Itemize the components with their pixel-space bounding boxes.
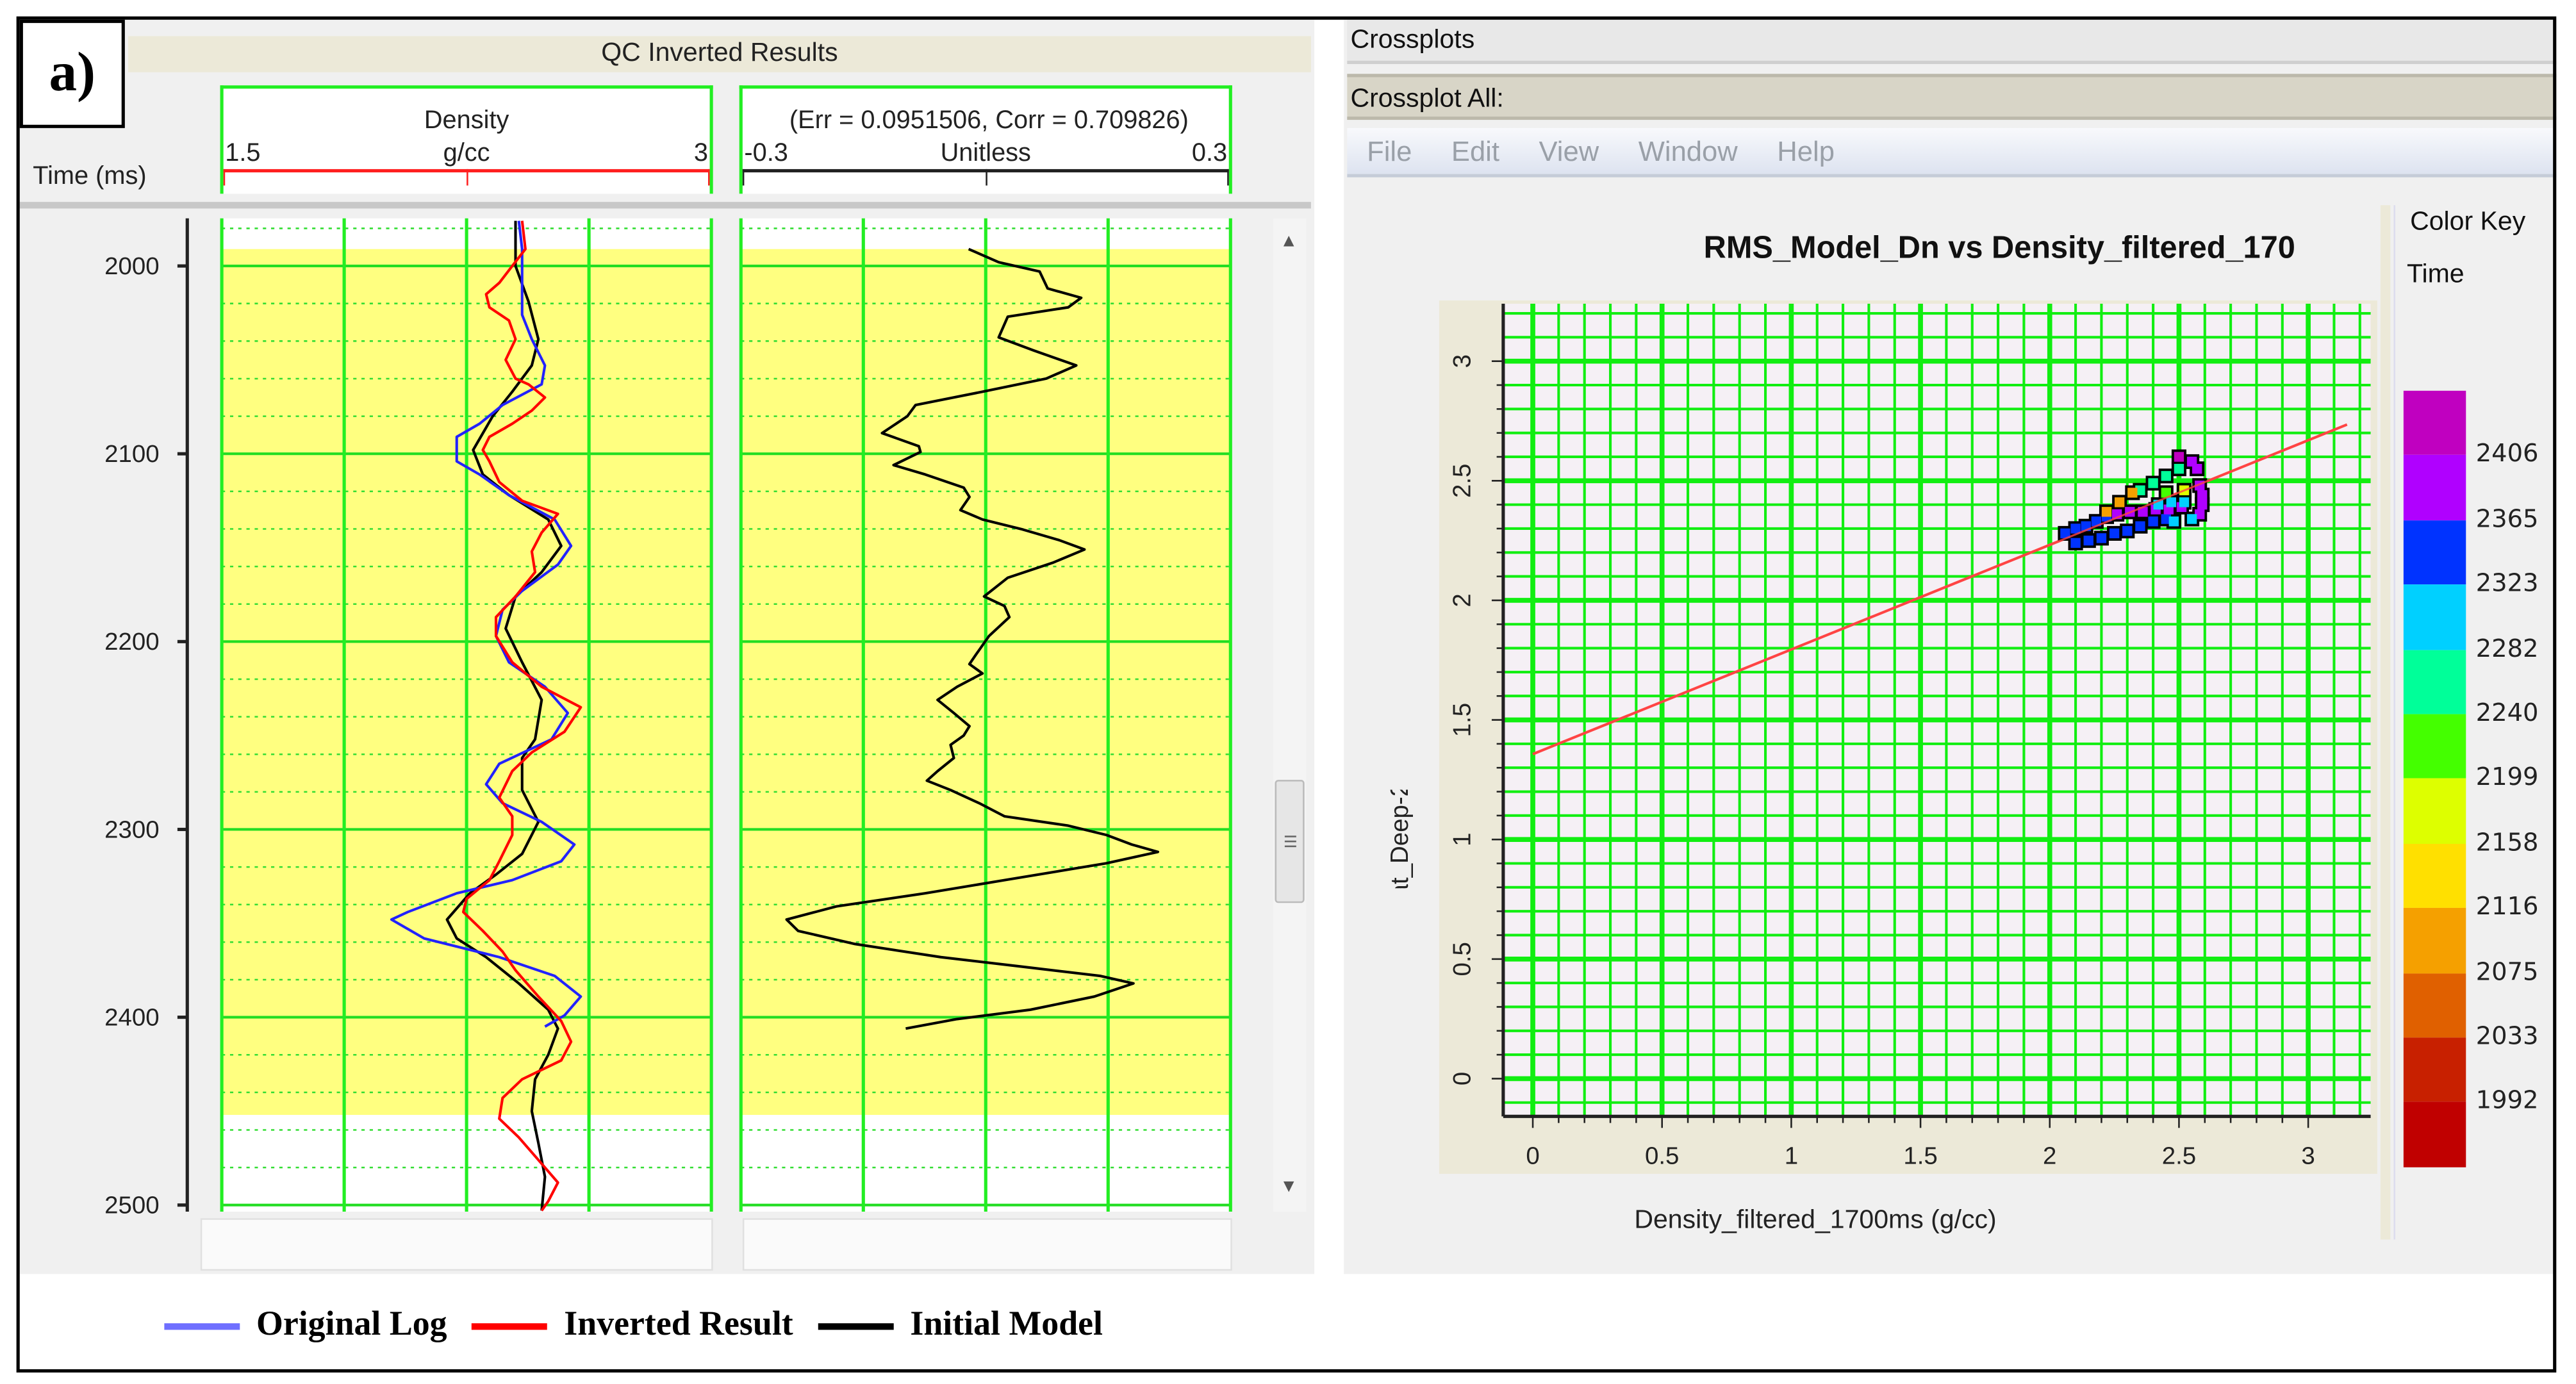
figure-border [16, 16, 2557, 1373]
figure: QC Inverted Results Time (ms) Density 1.… [0, 0, 2576, 1384]
